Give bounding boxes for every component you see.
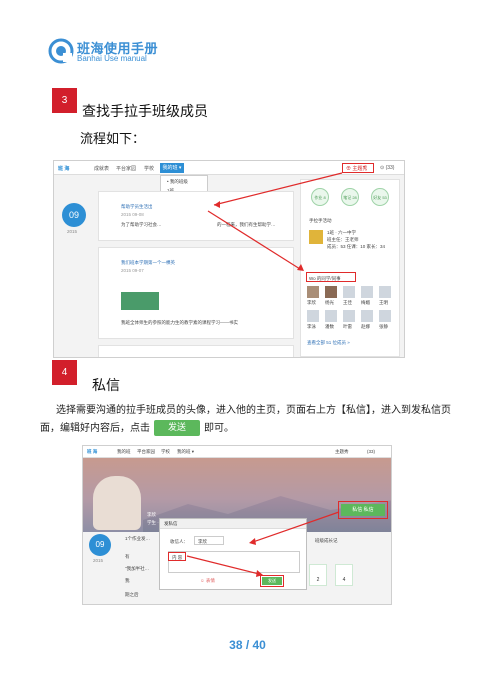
screenshot-private-message: 班 海 我的班 平台家园 学校 我的班 ▾ 主题秀 (33) 李欣 学生 · 六…: [82, 445, 392, 605]
step-number-badge: 3: [52, 88, 77, 113]
brand-subtitle: Banhai Use manual: [77, 54, 147, 63]
banhai-logo-icon: [48, 38, 74, 64]
step-title: 私信: [92, 378, 120, 394]
instruction-text: 选择需要沟通的拉手班成员的头像，进入他的主页，页面右上方【私信】，进入到发私信页…: [40, 405, 451, 434]
step-instructions: 选择需要沟通的拉手班成员的头像，进入他的主页，页面右上方【私信】，进入到发私信页…: [40, 402, 460, 438]
annotation-arrows: [207, 172, 343, 271]
page-number: 38 / 40: [229, 638, 266, 652]
document-header: 班海使用手册 Banhai Use manual: [48, 38, 248, 68]
step-number-badge: 4: [52, 360, 77, 385]
step-subtitle: 流程如下：: [80, 132, 146, 147]
instruction-text-end: 即可。: [204, 423, 234, 434]
screenshot-find-class-members: 班 海 成就表 平台家园 学校 ⊕ 主题秀 ⊙ (33) 我的班 ▾ • 我的班…: [53, 160, 405, 358]
annotation-arrows: [186, 511, 340, 577]
send-button-sample: 发送: [154, 420, 200, 436]
step-title: 查找手拉手班级成员: [82, 104, 208, 120]
